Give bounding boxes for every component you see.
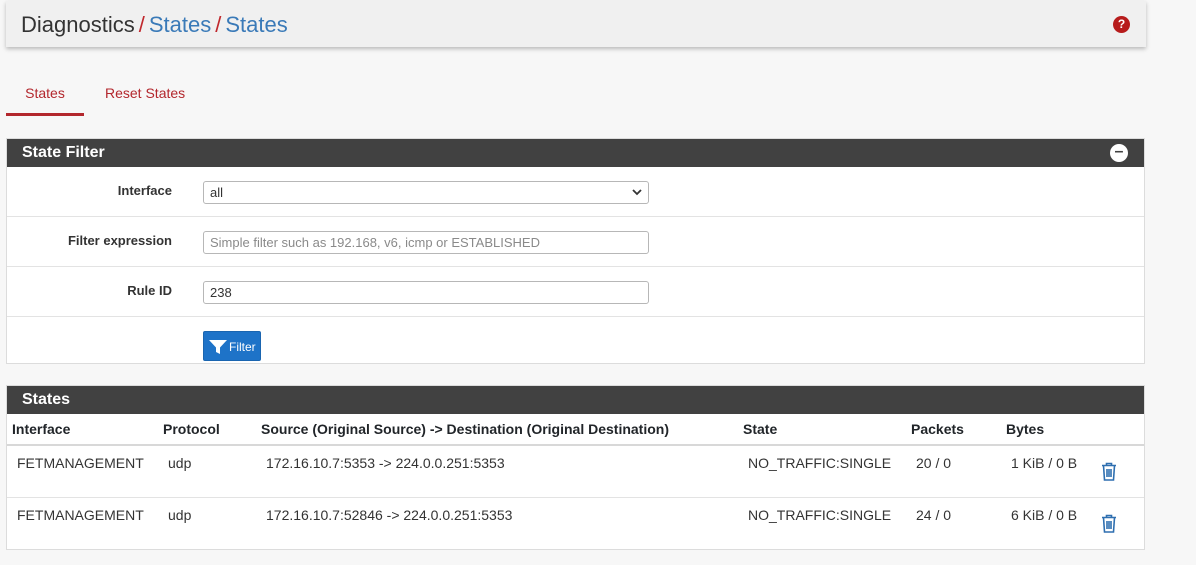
cell-route: 172.16.10.7:52846 -> 224.0.0.251:5353 xyxy=(266,507,513,523)
column-header-state[interactable]: State xyxy=(743,414,911,446)
state-filter-header: State Filter – xyxy=(7,139,1144,167)
filter-button[interactable]: Filter xyxy=(203,331,261,361)
cell-interface: FETMANAGEMENT xyxy=(17,507,144,523)
tab-states[interactable]: States xyxy=(6,80,84,116)
breadcrumb-separator: / xyxy=(215,12,222,37)
rule-id-label: Rule ID xyxy=(127,283,172,298)
interface-row: Interface all xyxy=(7,167,1144,217)
filter-button-row: Filter xyxy=(7,317,1144,366)
collapse-minus-icon[interactable]: – xyxy=(1110,144,1128,162)
table-row: FETMANAGEMENT udp 172.16.10.7:52846 -> 2… xyxy=(7,498,1144,550)
cell-bytes: 6 KiB / 0 B xyxy=(1011,507,1078,523)
states-panel: States Interface Protocol Source (Origin… xyxy=(6,385,1145,550)
trash-icon[interactable] xyxy=(1101,462,1117,484)
breadcrumb: Diagnostics / States / States xyxy=(21,12,288,38)
tab-reset-states[interactable]: Reset States xyxy=(105,80,185,116)
filter-expression-row: Filter expression Simple filter such as … xyxy=(7,217,1144,267)
filter-button-label: Filter xyxy=(229,340,256,354)
cell-packets: 20 / 0 xyxy=(916,455,952,471)
column-header-bytes[interactable]: Bytes xyxy=(1006,414,1101,446)
cell-interface: FETMANAGEMENT xyxy=(17,455,144,471)
filter-expression-label: Filter expression xyxy=(67,233,172,248)
column-header-protocol[interactable]: Protocol xyxy=(163,414,261,446)
column-header-source-destination[interactable]: Source (Original Source) -> Destination … xyxy=(261,414,743,446)
state-filter-title: State Filter xyxy=(22,144,105,161)
breadcrumb-root: Diagnostics xyxy=(21,12,135,37)
column-header-interface[interactable]: Interface xyxy=(7,414,163,446)
trash-icon[interactable] xyxy=(1101,514,1117,536)
cell-protocol: udp xyxy=(168,507,192,523)
question-circle-icon[interactable]: ? xyxy=(1113,16,1130,33)
breadcrumb-states-link[interactable]: States xyxy=(149,12,211,37)
states-header: States xyxy=(7,386,1144,414)
cell-state: NO_TRAFFIC:SINGLE xyxy=(748,507,892,523)
cell-protocol: udp xyxy=(168,455,192,471)
column-header-packets[interactable]: Packets xyxy=(911,414,1006,446)
interface-select[interactable]: all xyxy=(203,181,649,204)
chevron-down-icon xyxy=(631,182,643,210)
interface-label: Interface xyxy=(117,183,172,198)
tab-bar: States Reset States xyxy=(6,80,406,116)
rule-id-row: Rule ID 238 xyxy=(7,267,1144,317)
cell-packets: 24 / 0 xyxy=(916,507,952,523)
cell-bytes: 1 KiB / 0 B xyxy=(1011,455,1078,471)
breadcrumb-states-current[interactable]: States xyxy=(225,12,287,37)
interface-select-value: all xyxy=(210,185,224,200)
breadcrumb-separator: / xyxy=(138,12,145,37)
rule-id-input[interactable]: 238 xyxy=(203,281,649,304)
states-title: States xyxy=(22,391,71,408)
active-tab-underline xyxy=(6,113,84,116)
filter-expression-input[interactable]: Simple filter such as 192.168, v6, icmp … xyxy=(203,231,649,254)
table-header-row: Interface Protocol Source (Original Sour… xyxy=(7,414,1144,446)
column-header-actions xyxy=(1101,414,1144,446)
tab-states-label: States xyxy=(25,85,65,101)
table-row: FETMANAGEMENT udp 172.16.10.7:5353 -> 22… xyxy=(7,445,1144,498)
page-header: Diagnostics / States / States ? xyxy=(6,1,1146,47)
tab-reset-states-label: Reset States xyxy=(105,85,186,101)
cell-state: NO_TRAFFIC:SINGLE xyxy=(748,455,892,471)
states-table: Interface Protocol Source (Original Sour… xyxy=(7,414,1144,549)
cell-route: 172.16.10.7:5353 -> 224.0.0.251:5353 xyxy=(266,455,505,471)
state-filter-panel: State Filter – Interface all Filter expr… xyxy=(6,138,1145,364)
filter-funnel-icon xyxy=(209,340,227,354)
